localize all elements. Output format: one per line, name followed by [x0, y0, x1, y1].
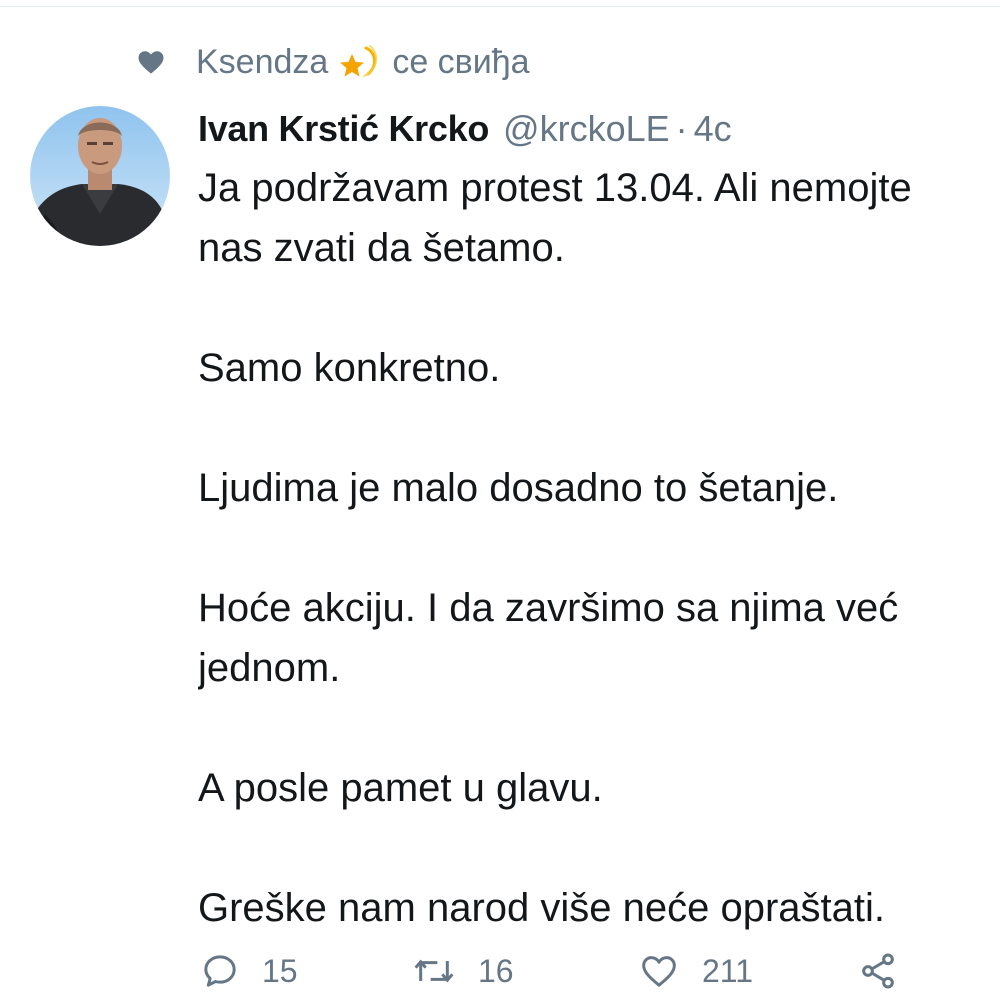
liker-name[interactable]: Ksendza [196, 43, 328, 82]
share-icon [862, 953, 894, 989]
reply-icon [204, 955, 236, 987]
tweet-text-line-2: nas zvati da šetamo. [198, 226, 565, 270]
tweet-actions: 15 16 211 [198, 946, 958, 996]
avatar[interactable] [30, 106, 170, 246]
retweet-icon [414, 959, 454, 983]
heart-icon [136, 47, 166, 77]
tweet-header: Ivan Krstić Krcko @krckoLE · 4c [198, 104, 732, 154]
social-context[interactable]: Ksendza се свиђа [136, 36, 530, 88]
tweet-line: Ja podržavam protest 13.04. Ali nemojte … [198, 158, 1000, 278]
like-button[interactable]: 211 [638, 951, 753, 991]
tweet-text: Ja podržavam protest 13.04. Ali nemojte … [198, 158, 1000, 938]
like-heart-icon [642, 956, 676, 987]
reply-button[interactable]: 15 [200, 951, 298, 991]
retweet-button[interactable]: 16 [412, 951, 514, 991]
tweet-text-line-5: Hoće akciju. I da završimo sa njima već [198, 586, 899, 630]
retweet-count: 16 [478, 952, 514, 989]
share-button[interactable] [858, 951, 920, 991]
header-separator: · [675, 108, 688, 149]
reply-count: 15 [262, 952, 298, 989]
tweet-paragraph: Samo konkretno. [198, 346, 501, 390]
user-handle[interactable]: @krckoLE [503, 108, 670, 150]
tweet-text-line-6: jednom. [198, 646, 341, 690]
timestamp[interactable]: 4c [694, 108, 732, 150]
top-divider [0, 0, 1000, 7]
display-name[interactable]: Ivan Krstić Krcko [198, 108, 489, 150]
social-action-text: се свиђа [392, 42, 530, 81]
tweet-paragraph: A posle pamet u glavu. [198, 766, 603, 810]
tweet-paragraph: Ljudima je malo dosadno to šetanje. [198, 466, 839, 510]
tweet-text-line-1: Ja podržavam protest 13.04. Ali nemojte [198, 166, 912, 210]
tweet-line: Hoće akciju. I da završimo sa njima već … [198, 578, 1000, 698]
like-count: 211 [702, 952, 754, 989]
shooting-star-emoji-icon [336, 40, 380, 84]
tweet-paragraph: Greške nam narod više neće opraštati. [198, 886, 886, 930]
